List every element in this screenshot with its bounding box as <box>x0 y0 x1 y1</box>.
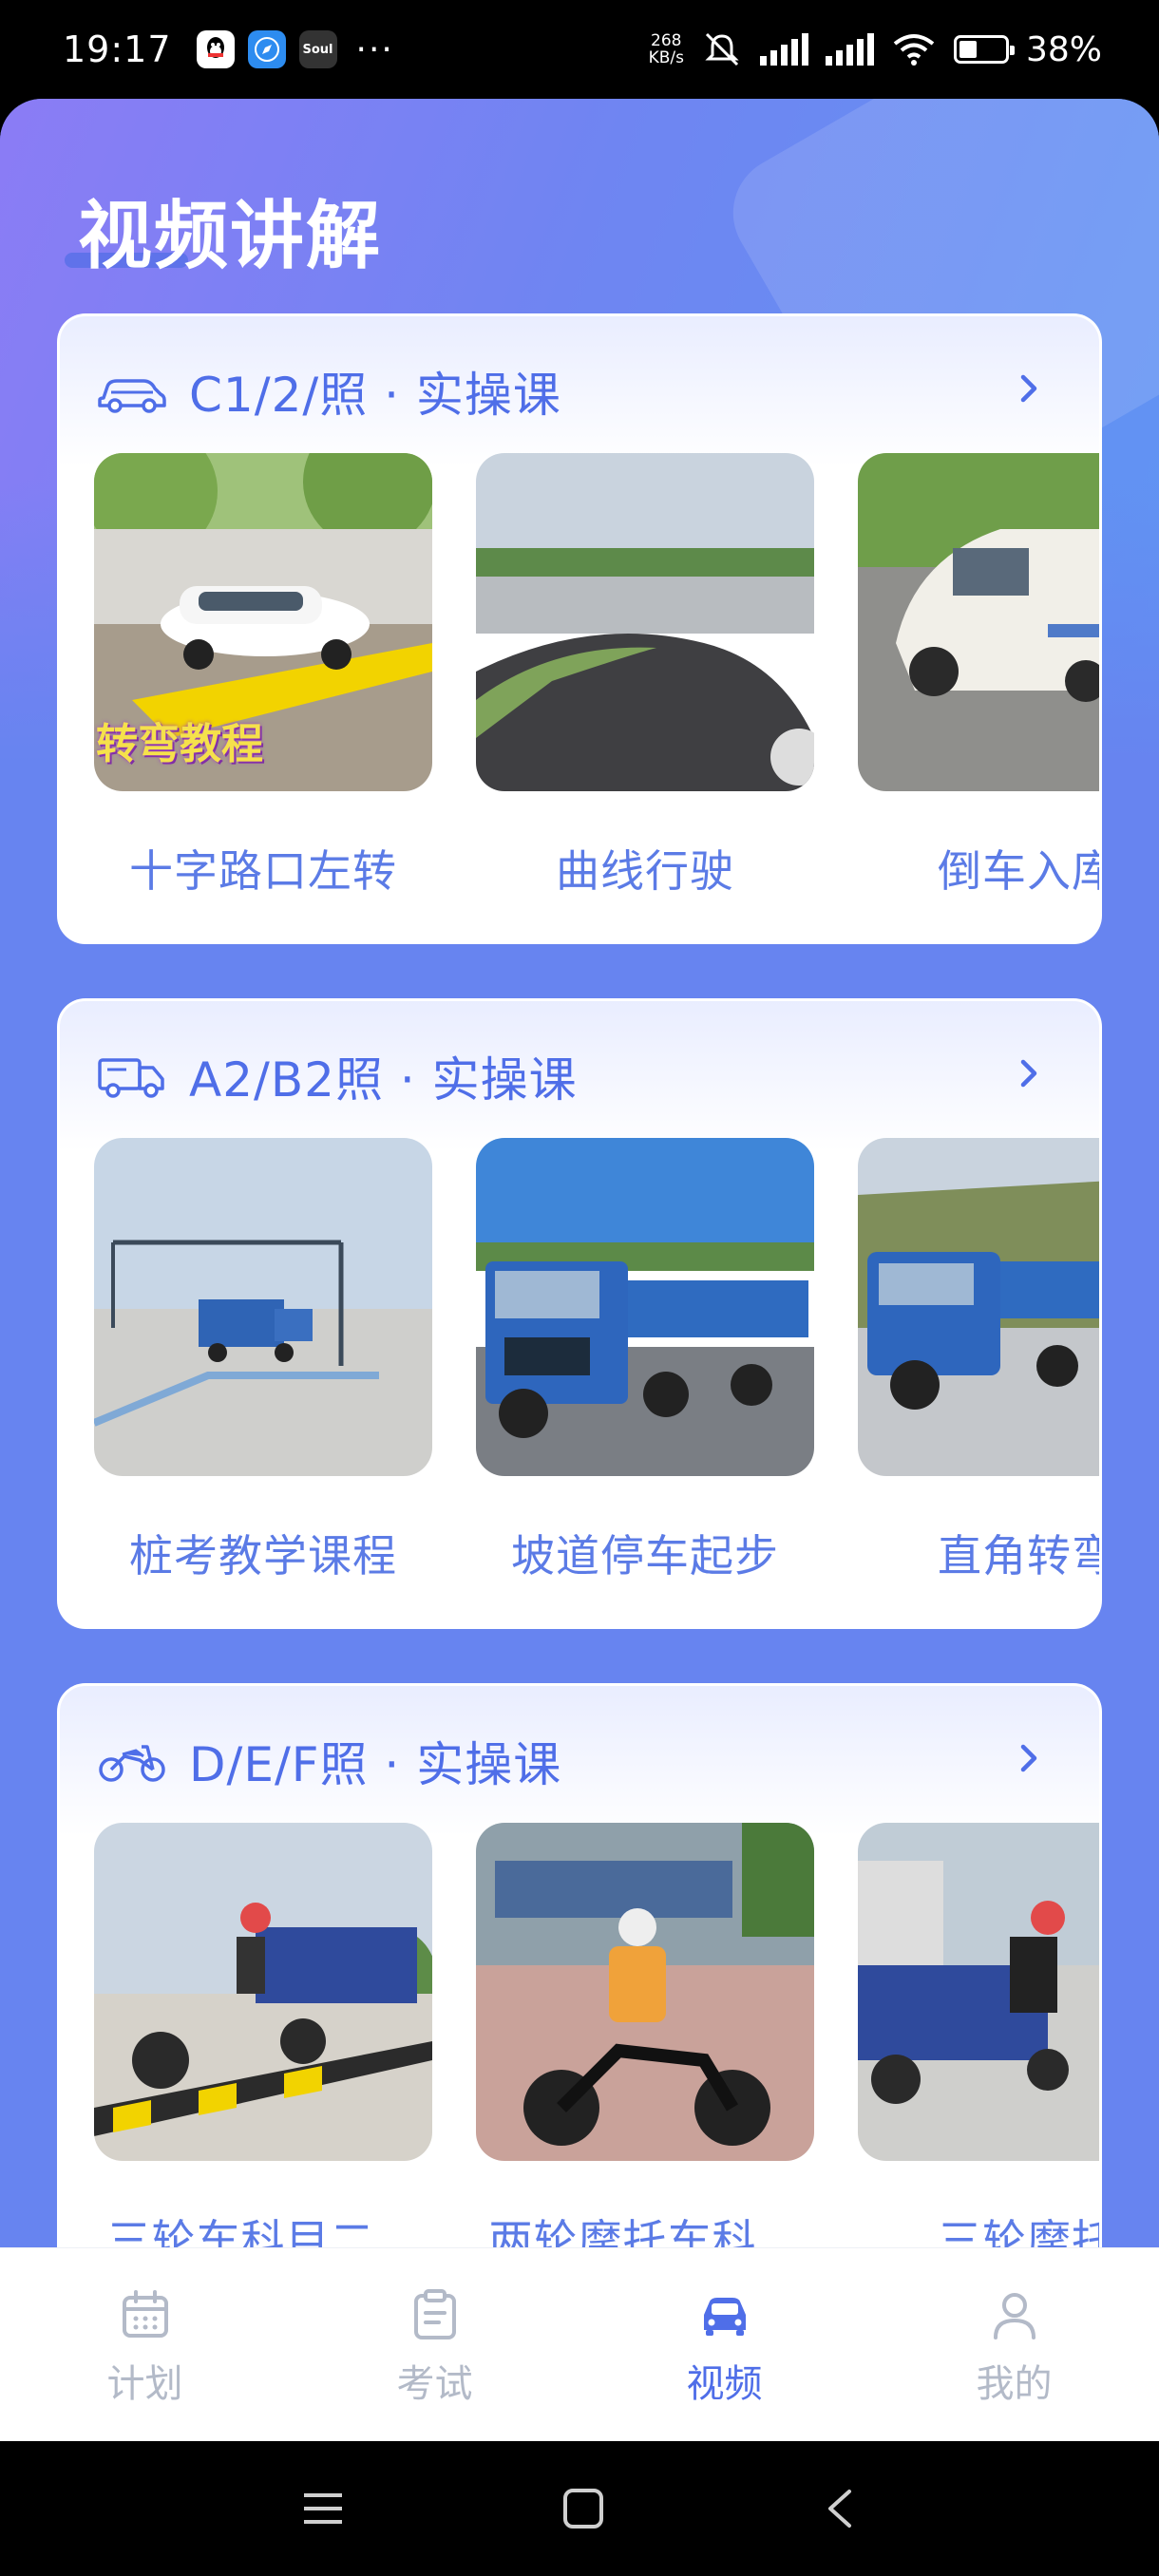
video-title: 桩考教学课程 <box>129 1530 397 1582</box>
nav-label: 视频 <box>686 2362 763 2406</box>
video-title: 三轮车科目二… <box>106 2215 420 2251</box>
thumbnail-overlay-text: 转弯教程 <box>96 720 263 768</box>
signal-icon <box>759 33 808 66</box>
video-item[interactable]: 倒车入库 <box>858 453 1102 900</box>
wifi-icon <box>893 34 935 66</box>
video-thumbnail[interactable] <box>858 1138 1099 1476</box>
video-title: 坡道停车起步 <box>511 1530 779 1582</box>
car-icon <box>703 2298 746 2336</box>
soul-icon: Soul <box>298 30 337 68</box>
calendar-icon <box>122 2290 168 2338</box>
video-item[interactable]: 坡道停车起步 <box>476 1138 814 1584</box>
battery-percent: 38% <box>1025 29 1102 69</box>
truck-icon <box>98 1058 164 1098</box>
video-item[interactable]: 两轮摩托车科… <box>476 1823 814 2251</box>
system-navigation-bar <box>0 2441 1159 2576</box>
section-header[interactable]: D/E/F照 · 实操课 <box>60 1686 1099 1836</box>
section-card-c1: C1/2/照 · 实操课 转弯教程 十字路口左转 曲线行驶 倒车入库 <box>57 313 1102 944</box>
hd-signal-icon <box>825 33 874 66</box>
chevron-right-icon[interactable] <box>1010 369 1048 407</box>
nav-item-exam[interactable]: 考试 <box>290 2248 580 2441</box>
video-thumbnail[interactable] <box>476 453 814 791</box>
car-icon <box>98 379 166 413</box>
nav-item-mine[interactable]: 我的 <box>869 2248 1159 2441</box>
menu-icon[interactable] <box>302 2490 344 2528</box>
section-card-a2b2: A2/B2照 · 实操课 桩考教学课程 坡道停车起步 直角转 <box>57 998 1102 1629</box>
chevron-right-icon[interactable] <box>1010 1054 1048 1092</box>
video-item[interactable]: 桩考教学课程 <box>94 1138 432 1584</box>
bottom-nav: 计划 考试 视频 我的 <box>0 2247 1159 2441</box>
section-title: A2/B2照 · 实操课 <box>189 1052 578 1108</box>
video-thumbnail[interactable] <box>476 1823 814 2161</box>
network-speed: 268 KB/s <box>648 31 684 67</box>
section-header[interactable]: C1/2/照 · 实操课 <box>60 316 1099 466</box>
video-title: 倒车入库 <box>938 845 1102 897</box>
user-icon <box>993 2293 1036 2339</box>
section-title: C1/2/照 · 实操课 <box>189 368 561 423</box>
home-icon[interactable] <box>562 2488 604 2529</box>
status-indicators: 268 KB/s 38% <box>649 30 1102 69</box>
browser-icon <box>247 30 286 68</box>
page-title: 视频讲解 <box>78 194 383 279</box>
video-thumbnail[interactable] <box>858 453 1099 791</box>
video-title: 直角转弯技 <box>938 1530 1099 1582</box>
nav-label: 考试 <box>396 2362 473 2406</box>
section-card-def: D/E/F照 · 实操课 三轮车科目二… 两轮摩托车科… 三轮摩 <box>57 1683 1102 2251</box>
video-thumbnail[interactable] <box>94 1823 432 2161</box>
video-item[interactable]: 三轮车科目二… <box>94 1823 432 2251</box>
video-title: 两轮摩托车科… <box>488 2215 802 2251</box>
video-item[interactable]: 曲线行驶 <box>476 453 814 900</box>
video-thumbnail[interactable] <box>94 1138 432 1476</box>
video-item[interactable]: 直角转弯技 <box>858 1138 1099 1584</box>
video-thumbnail[interactable] <box>476 1138 814 1476</box>
status-time: 19:17 <box>63 28 172 70</box>
back-icon[interactable] <box>823 2488 857 2529</box>
mute-icon <box>705 32 739 66</box>
status-bar: 19:17 Soul ··· 268 KB/s 38% <box>0 0 1159 99</box>
video-page: 视频讲解 C1/2/照 · 实操课 转弯教程 十字路口左转 曲线行驶 倒车入库 … <box>0 99 1159 2251</box>
video-thumbnail[interactable] <box>858 1823 1099 2161</box>
section-title: D/E/F照 · 实操课 <box>189 1737 562 1792</box>
nav-label: 计划 <box>106 2362 183 2406</box>
qq-icon <box>196 30 235 68</box>
nav-label: 我的 <box>976 2362 1053 2406</box>
video-title: 三轮摩托科三 <box>938 2215 1099 2251</box>
video-title: 曲线行驶 <box>556 845 734 897</box>
battery-icon <box>953 35 1015 64</box>
video-title: 十字路口左转 <box>129 845 397 897</box>
video-item[interactable]: 转弯教程 十字路口左转 <box>94 453 432 900</box>
motorcycle-icon <box>99 1745 165 1782</box>
clipboard-icon <box>413 2289 456 2339</box>
nav-item-plan[interactable]: 计划 <box>0 2248 290 2441</box>
chevron-right-icon[interactable] <box>1010 1739 1048 1777</box>
video-thumbnail[interactable]: 转弯教程 <box>94 453 432 791</box>
video-item[interactable]: 三轮摩托科三 <box>858 1823 1099 2251</box>
more-notifications-icon: ··· <box>355 29 394 69</box>
nav-item-video[interactable]: 视频 <box>580 2248 869 2441</box>
section-header[interactable]: A2/B2照 · 实操课 <box>60 1001 1099 1151</box>
